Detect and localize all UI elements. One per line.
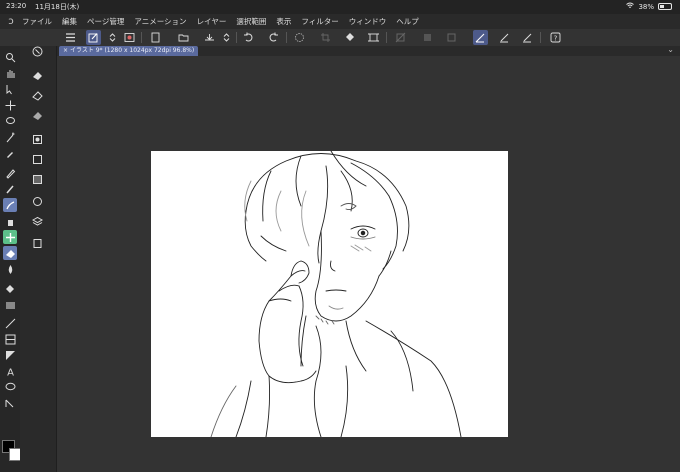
chevron-down-icon[interactable]: ⌄ [667, 45, 674, 54]
save-icon[interactable] [202, 30, 217, 45]
airbrush-icon[interactable] [3, 214, 17, 228]
figure-icon[interactable] [3, 316, 17, 330]
status-bar: 23:20 11月18日(木) 38% [0, 0, 680, 14]
date: 11月18日(木) [35, 3, 80, 11]
snap-grid-icon[interactable] [520, 30, 535, 45]
document-tab[interactable]: × イラスト 9* (1280 x 1024px 72dpi 96.8%) [59, 46, 199, 56]
layer-stack-icon[interactable] [30, 214, 44, 228]
brush-icon[interactable] [3, 198, 17, 212]
color-indicator[interactable] [2, 440, 22, 464]
tool-palette: A [0, 46, 20, 472]
lasso-icon[interactable] [3, 114, 17, 128]
snap-ruler-icon[interactable] [473, 30, 488, 45]
decoration-icon[interactable] [3, 230, 17, 244]
battery-percent: 38% [638, 2, 654, 11]
zoom-icon[interactable] [3, 50, 17, 64]
eyedropper-icon[interactable] [3, 146, 17, 160]
vector-eraser-icon[interactable] [30, 108, 44, 122]
snap-icon[interactable] [420, 30, 435, 45]
pencil-icon[interactable] [3, 182, 17, 196]
hand-icon[interactable] [3, 66, 17, 80]
soft-eraser-icon[interactable] [30, 88, 44, 102]
open-folder-icon[interactable] [176, 30, 191, 45]
svg-text:A: A [7, 367, 14, 377]
menu-selection[interactable]: 選択範囲 [236, 16, 266, 27]
correct-line-icon[interactable] [3, 396, 17, 410]
battery-icon [658, 3, 672, 10]
text-icon[interactable]: A [3, 364, 17, 378]
operation-icon[interactable] [3, 82, 17, 96]
redo-icon[interactable] [266, 30, 281, 45]
svg-text:?: ? [554, 34, 558, 42]
status-right: 38% [626, 2, 672, 11]
square-frame-icon[interactable] [444, 30, 459, 45]
sub-tool-palette [20, 46, 57, 472]
fill-bucket-icon[interactable] [343, 30, 358, 45]
clear-selection-icon[interactable] [292, 30, 307, 45]
menu-layer[interactable]: レイヤー [197, 16, 227, 27]
frame-border-icon[interactable] [3, 332, 17, 346]
menu-window[interactable]: ウィンドウ [349, 16, 387, 27]
brush-eraser-icon[interactable] [30, 194, 44, 208]
blend-icon[interactable] [3, 262, 17, 276]
app-logo-icon[interactable]: ↄ [0, 16, 22, 27]
drawing-canvas[interactable] [151, 151, 508, 437]
move-layer-icon[interactable] [3, 98, 17, 112]
menu-view[interactable]: 表示 [276, 16, 291, 27]
clock: 23:20 [6, 2, 27, 10]
companion-mode-icon[interactable] [122, 30, 137, 45]
menu-filter[interactable]: フィルター [301, 16, 338, 27]
hamburger-menu-icon[interactable] [63, 30, 78, 45]
rough-eraser-icon[interactable] [30, 172, 44, 186]
line-art-illustration [210, 151, 462, 437]
fill-icon[interactable] [3, 282, 17, 296]
edit-mode-icon[interactable] [86, 30, 101, 45]
material-icon[interactable] [30, 236, 44, 250]
hide-outside-icon[interactable] [393, 30, 408, 45]
snap-special-ruler-icon[interactable] [497, 30, 512, 45]
wifi-icon [626, 2, 635, 11]
ruler-icon[interactable] [3, 348, 17, 362]
menu-help[interactable]: ヘルプ [396, 16, 419, 27]
document-title: イラスト 9* (1280 x 1024px 72dpi 96.8%) [69, 47, 195, 54]
pen-icon[interactable] [3, 166, 17, 180]
command-bar: ? [0, 29, 680, 46]
menu-edit[interactable]: 編集 [62, 16, 77, 27]
sub-tool-menu-icon[interactable] [30, 44, 44, 58]
snap-eraser-icon[interactable] [30, 132, 44, 146]
hard-eraser-icon[interactable] [30, 68, 44, 82]
help-icon[interactable]: ? [548, 30, 563, 45]
new-canvas-icon[interactable] [148, 30, 163, 45]
balloon-icon[interactable] [3, 380, 17, 394]
undo-icon[interactable] [241, 30, 256, 45]
gradient-icon[interactable] [3, 298, 17, 312]
menu-file[interactable]: ファイル [22, 16, 52, 27]
transform-icon[interactable] [366, 30, 381, 45]
menu-bar: ↄ ファイル 編集 ページ管理 アニメーション レイヤー 選択範囲 表示 フィル… [0, 14, 680, 29]
document-tab-bar: × イラスト 9* (1280 x 1024px 72dpi 96.8%) ⌄ [57, 45, 680, 56]
menu-page-management[interactable]: ページ管理 [87, 16, 124, 27]
crop-icon[interactable] [318, 30, 333, 45]
layer-eraser-icon[interactable] [30, 152, 44, 166]
eraser-icon[interactable] [3, 246, 17, 260]
chevron-updown-icon-2[interactable] [219, 30, 234, 45]
magic-wand-icon[interactable] [3, 130, 17, 144]
menu-animation[interactable]: アニメーション [134, 16, 186, 27]
chevron-updown-icon[interactable] [105, 30, 120, 45]
